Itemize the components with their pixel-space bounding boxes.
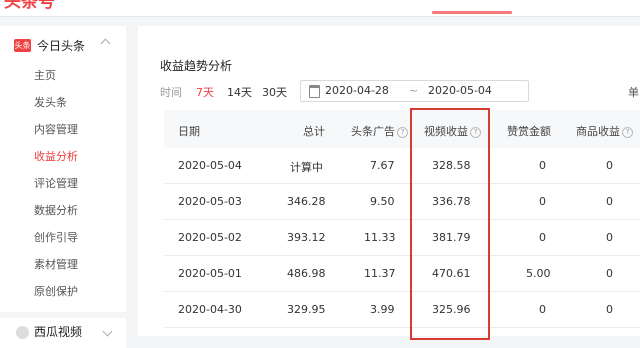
col-ad-header: 头条广告? bbox=[351, 123, 408, 139]
table-row: 2020-05-02 393.12 11.33 381.79 0 0 bbox=[164, 220, 640, 256]
sidebar-group-toutiao[interactable]: 头条 今日头条 bbox=[14, 36, 85, 54]
sidebar: 头条 今日头条 主页 发头条 内容管理 收益分析 评论管理 数据分析 创作引导 … bbox=[0, 26, 126, 336]
unit-label-partial: 单 bbox=[628, 86, 639, 99]
date-range-picker[interactable]: 2020-04-28 ~ 2020-05-04 bbox=[300, 80, 529, 102]
range-7-days[interactable]: 7天 bbox=[196, 84, 214, 100]
cell-date: 2020-05-01 bbox=[178, 267, 242, 280]
sidebar-item-material-management[interactable]: 素材管理 bbox=[0, 251, 126, 278]
question-icon[interactable]: ? bbox=[622, 126, 633, 138]
cell-reward: 0 bbox=[539, 303, 546, 316]
cell-video: 325.96 bbox=[432, 303, 471, 316]
cell-video: 336.78 bbox=[432, 195, 471, 208]
cell-goods: 0 bbox=[606, 195, 613, 208]
cell-ad: 3.99 bbox=[370, 303, 395, 316]
logo[interactable]: 头条号 bbox=[4, 0, 60, 12]
sidebar-item-comment-management[interactable]: 评论管理 bbox=[0, 170, 126, 197]
xigua-icon bbox=[16, 326, 29, 339]
col-video-header-label: 视频收益 bbox=[424, 125, 468, 138]
cell-reward: 0 bbox=[539, 195, 546, 208]
cell-ad: 9.50 bbox=[370, 195, 395, 208]
table-row: 2020-05-03 346.28 9.50 336.78 0 0 bbox=[164, 184, 640, 220]
cell-total: 329.95 bbox=[287, 303, 326, 316]
sidebar-item-post[interactable]: 发头条 bbox=[0, 89, 126, 116]
col-goods-header: 商品收益? bbox=[576, 123, 633, 139]
range-14-days[interactable]: 14天 bbox=[227, 84, 252, 100]
sidebar-group-xigua[interactable]: 西瓜视频 bbox=[0, 312, 126, 348]
time-filter-label: 时间 bbox=[160, 86, 182, 99]
range-30-days[interactable]: 30天 bbox=[262, 84, 287, 100]
col-video-header: 视频收益? bbox=[424, 123, 481, 139]
top-bar: 头条号 bbox=[0, 0, 640, 17]
toutiao-logo-icon: 头条 bbox=[14, 38, 31, 52]
cell-video: 381.79 bbox=[432, 231, 471, 244]
question-icon[interactable]: ? bbox=[470, 126, 481, 138]
cell-reward: 0 bbox=[539, 159, 546, 172]
date-end: 2020-05-04 bbox=[428, 84, 492, 97]
cell-date: 2020-04-30 bbox=[178, 303, 242, 316]
table-row: 2020-04-30 329.95 3.99 325.96 0 0 bbox=[164, 292, 640, 328]
cell-reward: 5.00 bbox=[526, 267, 551, 280]
chevron-up-icon[interactable] bbox=[100, 38, 111, 49]
col-date-header: 日期 bbox=[178, 125, 200, 138]
col-goods-header-label: 商品收益 bbox=[576, 125, 620, 138]
sidebar-group2-title: 西瓜视频 bbox=[34, 325, 83, 339]
col-total-header: 总计 bbox=[303, 125, 325, 138]
cell-goods: 0 bbox=[606, 231, 613, 244]
date-start: 2020-04-28 bbox=[325, 84, 389, 97]
sidebar-group-title: 今日头条 bbox=[37, 38, 86, 53]
page-title: 收益趋势分析 bbox=[160, 59, 233, 73]
cell-ad: 11.37 bbox=[364, 267, 396, 280]
sidebar-item-original-protection[interactable]: 原创保护 bbox=[0, 278, 126, 305]
table-row: 2020-05-04 计算中 7.67 328.58 0 0 bbox=[164, 148, 640, 184]
table-row: 2020-05-01 486.98 11.37 470.61 5.00 0 bbox=[164, 256, 640, 292]
sidebar-item-creation-guide[interactable]: 创作引导 bbox=[0, 224, 126, 251]
sidebar-item-revenue-analysis[interactable]: 收益分析 bbox=[0, 143, 126, 170]
cell-total: 346.28 bbox=[287, 195, 326, 208]
question-icon[interactable]: ? bbox=[397, 126, 408, 138]
sidebar-menu: 主页 发头条 内容管理 收益分析 评论管理 数据分析 创作引导 素材管理 原创保… bbox=[0, 62, 126, 305]
cell-video: 328.58 bbox=[432, 159, 471, 172]
cell-goods: 0 bbox=[606, 159, 613, 172]
calendar-icon bbox=[309, 85, 320, 98]
top-active-tab-indicator bbox=[432, 11, 512, 14]
chevron-down-icon[interactable] bbox=[102, 326, 113, 337]
date-separator: ~ bbox=[409, 84, 419, 97]
table-header: 日期 总计 头条广告? 视频收益? 赞赏金额 商品收益? bbox=[164, 110, 640, 148]
col-ad-header-label: 头条广告 bbox=[351, 125, 395, 138]
sidebar-item-data-analysis[interactable]: 数据分析 bbox=[0, 197, 126, 224]
col-reward-header: 赞赏金额 bbox=[507, 125, 551, 138]
cell-total: 计算中 bbox=[290, 161, 323, 174]
cell-goods: 0 bbox=[606, 267, 613, 280]
sidebar-item-home[interactable]: 主页 bbox=[0, 62, 126, 89]
cell-reward: 0 bbox=[539, 231, 546, 244]
cell-ad: 7.67 bbox=[370, 159, 395, 172]
cell-date: 2020-05-02 bbox=[178, 231, 242, 244]
cell-total: 486.98 bbox=[287, 267, 326, 280]
cell-date: 2020-05-03 bbox=[178, 195, 242, 208]
cell-total: 393.12 bbox=[287, 231, 326, 244]
cell-date: 2020-05-04 bbox=[178, 159, 242, 172]
sidebar-item-content-management[interactable]: 内容管理 bbox=[0, 116, 126, 143]
cell-ad: 11.33 bbox=[364, 231, 396, 244]
cell-goods: 0 bbox=[606, 303, 613, 316]
cell-video: 470.61 bbox=[432, 267, 471, 280]
